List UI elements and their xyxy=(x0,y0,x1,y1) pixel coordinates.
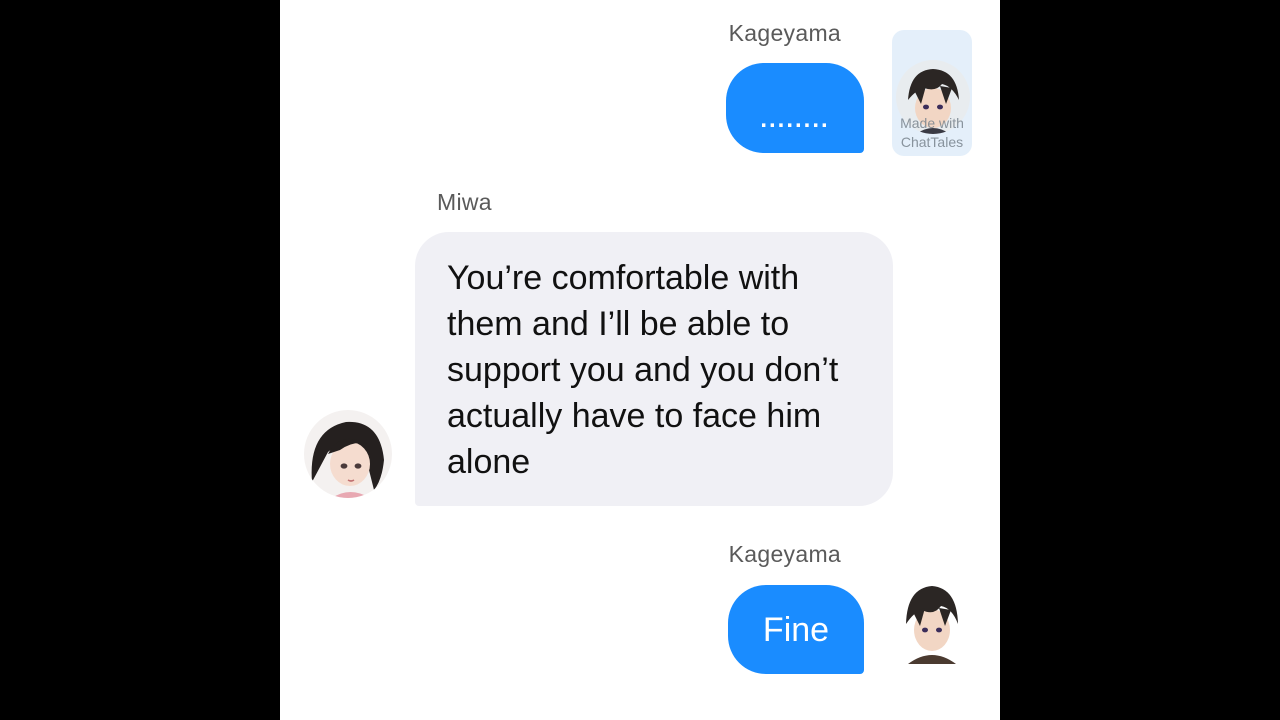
watermark-text: Made with ChatTales xyxy=(900,115,964,150)
message-bubble-kageyama-2: Fine xyxy=(728,585,864,674)
kageyama-avatar-icon xyxy=(894,580,970,668)
miwa-avatar-icon xyxy=(304,410,392,498)
sender-name-kageyama: Kageyama xyxy=(728,20,841,46)
chat-panel: Kageyama ........ Made with ChatTales Mi… xyxy=(280,0,1000,720)
message-bubble-kageyama-1: ........ xyxy=(726,63,864,153)
video-frame: Kageyama ........ Made with ChatTales Mi… xyxy=(0,0,1280,720)
sender-name-miwa: Miwa xyxy=(437,189,492,215)
message-text: ........ xyxy=(760,106,830,133)
message-text: You’re comfortable with them and I’ll be… xyxy=(447,259,839,481)
message-text: Fine xyxy=(762,611,830,649)
sender-name-kageyama: Kageyama xyxy=(728,541,841,567)
message-bubble-miwa: You’re comfortable with them and I’ll be… xyxy=(415,232,893,506)
